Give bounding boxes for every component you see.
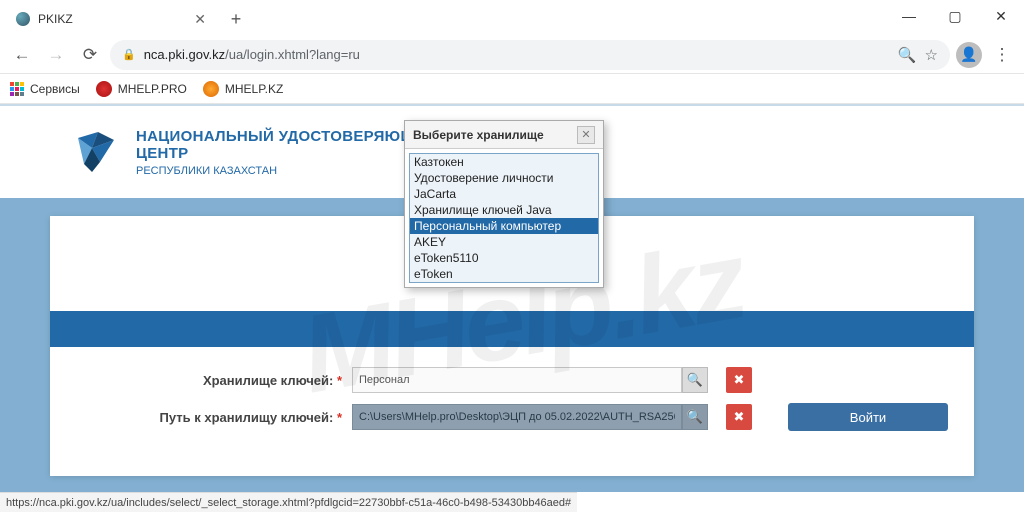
window-maximize-button[interactable]: ▢ — [932, 0, 978, 32]
storage-option[interactable]: AKEY — [410, 234, 598, 250]
storage-input[interactable] — [352, 367, 682, 393]
bookmark-star-icon[interactable]: ☆ — [925, 46, 938, 64]
login-button[interactable]: Войти — [788, 403, 948, 431]
lock-icon: 🔒 — [122, 48, 136, 61]
storage-option[interactable]: JaCarta — [410, 186, 598, 202]
storage-option[interactable]: eToken5110 — [410, 250, 598, 266]
address-bar[interactable]: 🔒 nca.pki.gov.kz/ua/login.xhtml?lang=ru … — [110, 40, 950, 70]
browser-tab[interactable]: PKIKZ ✕ — [6, 2, 216, 36]
storage-label: Хранилище ключей: * — [62, 373, 342, 388]
card-stripe — [50, 311, 974, 347]
storage-option[interactable]: eToken — [410, 266, 598, 282]
apps-grid-icon — [10, 82, 24, 96]
storage-clear-button[interactable]: ✖ — [726, 367, 752, 393]
nav-forward-button: → — [42, 41, 70, 69]
window-close-button[interactable]: ✕ — [978, 0, 1024, 32]
storage-option[interactable]: Персональный компьютер — [410, 218, 598, 234]
storage-select-modal: Выберите хранилище ✕ КазтокенУдостоверен… — [404, 120, 604, 288]
zoom-icon[interactable]: 🔍 — [898, 46, 917, 64]
window-minimize-button[interactable]: — — [886, 0, 932, 32]
favicon-icon — [16, 12, 30, 26]
new-tab-button[interactable]: + — [222, 5, 250, 33]
nav-reload-button[interactable]: ⟳ — [76, 41, 104, 69]
storage-listbox[interactable]: КазтокенУдостоверение личностиJaCartaХра… — [409, 153, 599, 283]
modal-title: Выберите хранилище — [413, 128, 577, 142]
bookmark-mhelp-kz[interactable]: MHELP.KZ — [203, 81, 283, 97]
menu-icon[interactable]: ⋮ — [988, 41, 1016, 69]
path-input[interactable] — [352, 404, 682, 430]
modal-close-button[interactable]: ✕ — [577, 126, 595, 144]
url-text: nca.pki.gov.kz/ua/login.xhtml?lang=ru — [144, 47, 890, 62]
apps-label: Сервисы — [30, 82, 80, 96]
bookmark-icon — [203, 81, 219, 97]
path-search-button[interactable]: 🔍 — [682, 404, 708, 430]
bookmark-mhelp-pro[interactable]: MHELP.PRO — [96, 81, 187, 97]
status-bar-url: https://nca.pki.gov.kz/ua/includes/selec… — [0, 492, 577, 512]
nav-back-button[interactable]: ← — [8, 41, 36, 69]
storage-option[interactable]: Казтокен — [410, 154, 598, 170]
path-clear-button[interactable]: ✖ — [726, 404, 752, 430]
storage-option[interactable]: Удостоверение личности — [410, 170, 598, 186]
storage-option[interactable]: Хранилище ключей Java — [410, 202, 598, 218]
tab-title: PKIKZ — [38, 12, 194, 26]
bookmark-icon — [96, 81, 112, 97]
apps-bookmark[interactable]: Сервисы — [10, 82, 80, 96]
profile-avatar-icon[interactable]: 👤 — [956, 42, 982, 68]
storage-search-button[interactable]: 🔍 — [682, 367, 708, 393]
site-logo-icon — [70, 128, 118, 176]
path-label: Путь к хранилищу ключей: * — [62, 410, 342, 425]
tab-close-icon[interactable]: ✕ — [194, 11, 206, 28]
